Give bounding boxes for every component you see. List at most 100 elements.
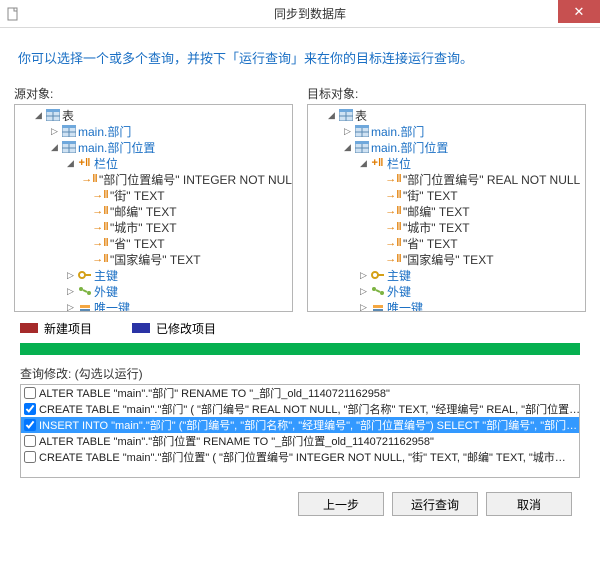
tree-column[interactable]: →‖"部门位置编号" INTEGER NOT NULL	[15, 171, 292, 187]
query-checkbox[interactable]	[24, 419, 36, 431]
back-button[interactable]: 上一步	[298, 492, 384, 516]
expand-icon[interactable]: ▷	[49, 126, 60, 137]
column-icon: →‖	[94, 252, 108, 266]
legend-modified: 已修改项目	[132, 320, 216, 337]
source-tree[interactable]: ◢表▷main.部门◢main.部门位置◢+‖栏位→‖"部门位置编号" INTE…	[14, 104, 293, 312]
tree-column[interactable]: →‖"部门位置编号" REAL NOT NULL	[308, 171, 585, 187]
column-icon: →‖	[387, 220, 401, 234]
target-panel-label: 目标对象:	[307, 85, 586, 102]
expand-icon[interactable]: ▷	[358, 270, 369, 281]
query-sql: ALTER TABLE "main"."部门位置" RENAME TO "_部门…	[39, 433, 434, 449]
query-checkbox[interactable]	[24, 403, 36, 415]
column-group-icon: +‖	[371, 156, 385, 170]
query-row[interactable]: ALTER TABLE "main"."部门位置" RENAME TO "_部门…	[21, 433, 579, 449]
query-checkbox[interactable]	[24, 387, 36, 399]
run-query-button[interactable]: 运行查询	[392, 492, 478, 516]
column-icon: →‖	[387, 252, 401, 266]
source-panel-label: 源对象:	[14, 85, 293, 102]
column-icon: →‖	[83, 172, 97, 186]
query-row[interactable]: CREATE TABLE "main"."部门" ( "部门编号" REAL N…	[21, 401, 579, 417]
table-icon	[62, 140, 76, 154]
tree-subitem[interactable]: ▷唯一键	[308, 299, 585, 312]
legend-new: 新建项目	[20, 320, 92, 337]
instruction-text: 你可以选择一个或多个查询，并按下「运行查询」来在你的目标连接运行查询。	[14, 38, 586, 85]
key-icon	[78, 268, 92, 282]
column-icon: →‖	[387, 204, 401, 218]
expand-icon[interactable]: ▷	[65, 270, 76, 281]
column-icon: →‖	[94, 236, 108, 250]
cancel-button[interactable]: 取消	[486, 492, 572, 516]
unique-key-icon	[371, 300, 385, 312]
collapse-icon[interactable]: ◢	[65, 158, 76, 169]
expand-icon[interactable]: ▷	[358, 302, 369, 313]
tree-subitem[interactable]: ▷外键	[308, 283, 585, 299]
column-group-icon: +‖	[78, 156, 92, 170]
query-section-label: 查询修改: (勾选以运行)	[20, 365, 580, 382]
swatch-blue-icon	[132, 323, 150, 333]
tree-item[interactable]: ▷main.部门	[308, 123, 585, 139]
query-checkbox[interactable]	[24, 451, 36, 463]
column-icon: →‖	[94, 204, 108, 218]
table-icon	[339, 108, 353, 122]
close-button[interactable]: ✕	[558, 0, 600, 23]
expand-icon[interactable]: ▷	[342, 126, 353, 137]
column-icon: →‖	[94, 220, 108, 234]
tree-subitem[interactable]: ▷主键	[308, 267, 585, 283]
collapse-icon[interactable]: ◢	[326, 110, 337, 121]
column-icon: →‖	[387, 188, 401, 202]
table-icon	[46, 108, 60, 122]
tree-item[interactable]: ◢main.部门位置	[308, 139, 585, 155]
document-icon	[6, 7, 20, 21]
query-row[interactable]: INSERT INTO "main"."部门" ("部门编号", "部门名称",…	[21, 417, 579, 433]
tree-subitem[interactable]: ▷主键	[15, 267, 292, 283]
query-row[interactable]: CREATE TABLE "main"."部门位置" ( "部门位置编号" IN…	[21, 449, 579, 465]
expand-icon[interactable]: ▷	[65, 286, 76, 297]
tree-column[interactable]: →‖"街" TEXT	[15, 187, 292, 203]
tree-root[interactable]: ◢表	[308, 107, 585, 123]
expand-icon[interactable]: ▷	[358, 286, 369, 297]
query-sql: CREATE TABLE "main"."部门位置" ( "部门位置编号" IN…	[39, 449, 566, 465]
table-icon	[355, 140, 369, 154]
tree-column[interactable]: →‖"国家编号" TEXT	[308, 251, 585, 267]
column-icon: →‖	[387, 236, 401, 250]
tree-columns-group[interactable]: ◢+‖栏位	[308, 155, 585, 171]
collapse-icon[interactable]: ◢	[33, 110, 44, 121]
query-sql: ALTER TABLE "main"."部门" RENAME TO "_部门_o…	[39, 385, 390, 401]
query-list[interactable]: ALTER TABLE "main"."部门" RENAME TO "_部门_o…	[20, 384, 580, 478]
tree-column[interactable]: →‖"城市" TEXT	[308, 219, 585, 235]
target-tree[interactable]: ◢表▷main.部门◢main.部门位置◢+‖栏位→‖"部门位置编号" REAL…	[307, 104, 586, 312]
tree-item[interactable]: ◢main.部门位置	[15, 139, 292, 155]
tree-column[interactable]: →‖"省" TEXT	[308, 235, 585, 251]
tree-column[interactable]: →‖"城市" TEXT	[15, 219, 292, 235]
table-icon	[62, 124, 76, 138]
query-sql: INSERT INTO "main"."部门" ("部门编号", "部门名称",…	[39, 417, 577, 433]
tree-subitem[interactable]: ▷外键	[15, 283, 292, 299]
foreign-key-icon	[371, 284, 385, 298]
column-icon: →‖	[387, 172, 401, 186]
tree-item[interactable]: ▷main.部门	[15, 123, 292, 139]
tree-columns-group[interactable]: ◢+‖栏位	[15, 155, 292, 171]
tree-root[interactable]: ◢表	[15, 107, 292, 123]
key-icon	[371, 268, 385, 282]
query-checkbox[interactable]	[24, 435, 36, 447]
progress-bar	[20, 343, 580, 355]
close-icon: ✕	[574, 4, 585, 20]
tree-column[interactable]: →‖"邮编" TEXT	[15, 203, 292, 219]
query-sql: CREATE TABLE "main"."部门" ( "部门编号" REAL N…	[39, 401, 580, 417]
tree-column[interactable]: →‖"邮编" TEXT	[308, 203, 585, 219]
table-icon	[355, 124, 369, 138]
tree-column[interactable]: →‖"街" TEXT	[308, 187, 585, 203]
tree-column[interactable]: →‖"省" TEXT	[15, 235, 292, 251]
expand-icon[interactable]: ◢	[49, 142, 60, 153]
tree-column[interactable]: →‖"国家编号" TEXT	[15, 251, 292, 267]
expand-icon[interactable]: ◢	[342, 142, 353, 153]
swatch-red-icon	[20, 323, 38, 333]
titlebar: 同步到数据库 ✕	[0, 0, 600, 28]
legend: 新建项目 已修改项目	[14, 312, 586, 341]
window-title: 同步到数据库	[20, 5, 600, 22]
query-row[interactable]: ALTER TABLE "main"."部门" RENAME TO "_部门_o…	[21, 385, 579, 401]
tree-subitem[interactable]: ▷唯一键	[15, 299, 292, 312]
unique-key-icon	[78, 300, 92, 312]
collapse-icon[interactable]: ◢	[358, 158, 369, 169]
expand-icon[interactable]: ▷	[65, 302, 76, 313]
